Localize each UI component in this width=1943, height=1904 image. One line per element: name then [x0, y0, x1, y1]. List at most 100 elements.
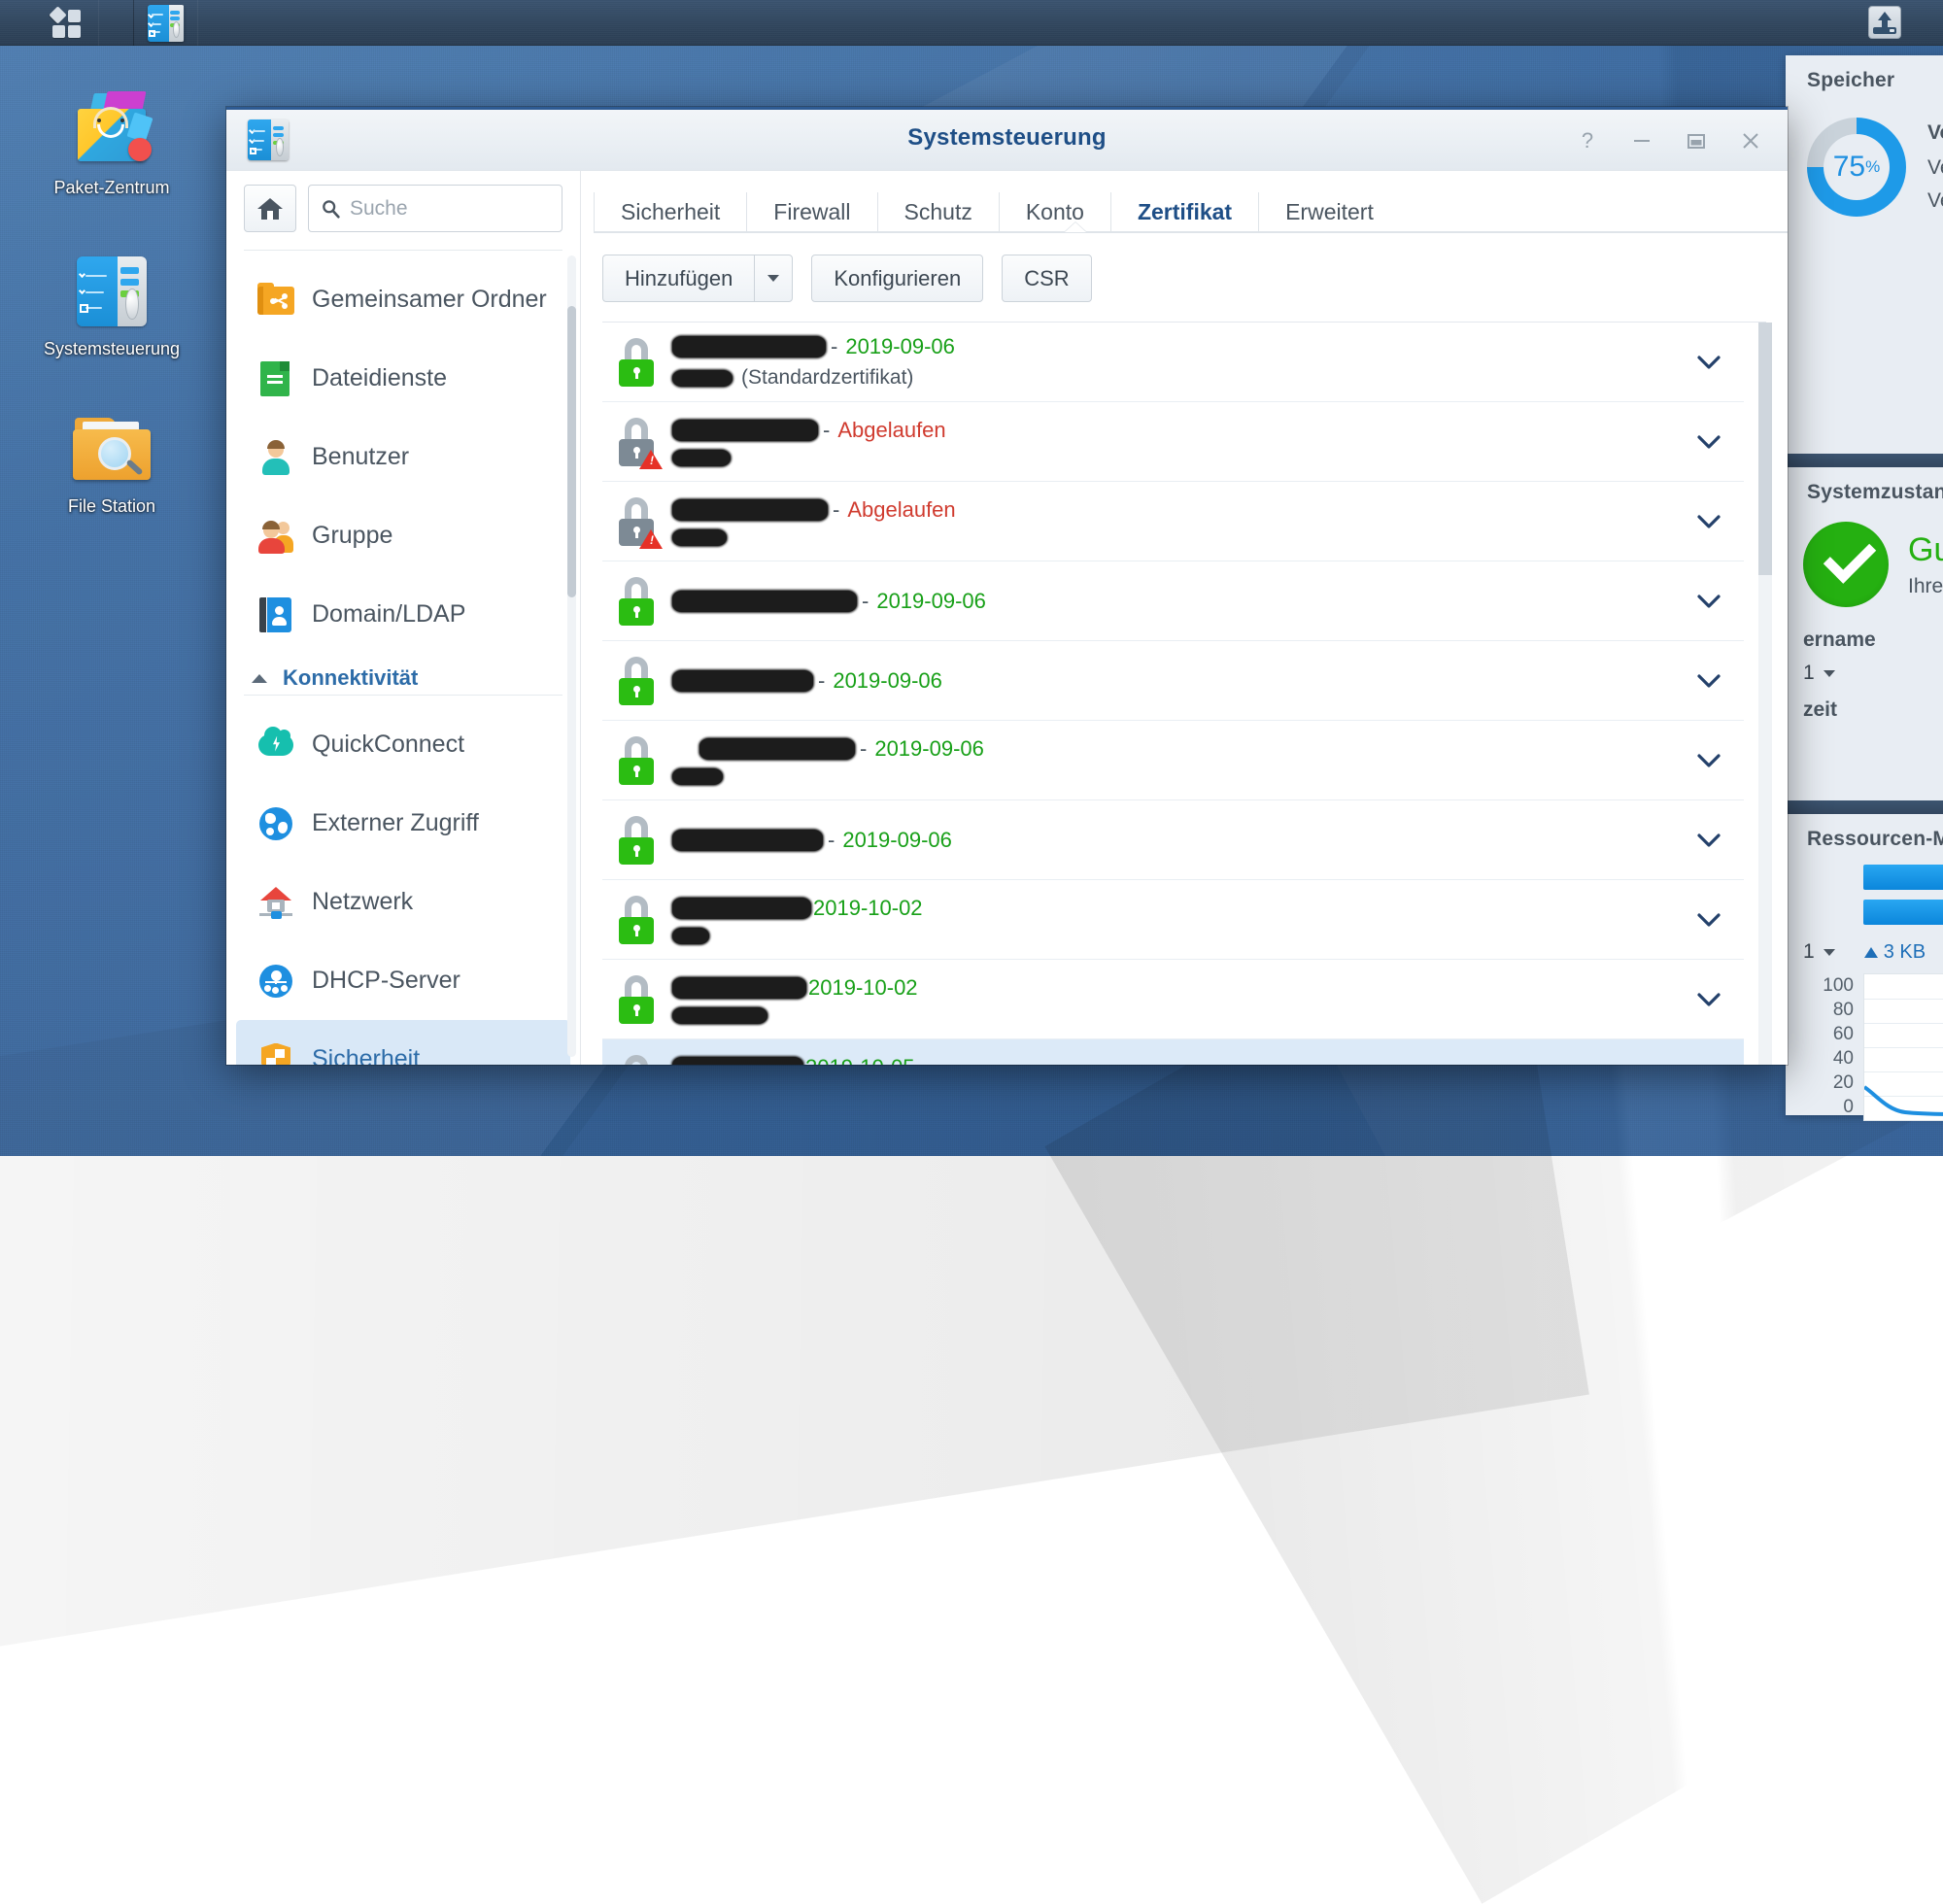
resource-count-select[interactable]: 1	[1803, 940, 1835, 964]
widget-resource-monitor[interactable]: Ressourcen-M 1 3 KB 100 80 60 40 20 0	[1786, 814, 1943, 1115]
tab-firewall[interactable]: Firewall	[747, 192, 877, 231]
expand-row-button[interactable]	[1691, 355, 1726, 370]
sidebar-item-dateidienste[interactable]: Dateidienste	[236, 339, 570, 418]
chevron-down-icon	[1824, 949, 1835, 956]
certificate-info: 2019-10-05	[672, 1055, 1691, 1066]
separator: -	[860, 736, 867, 762]
taskbar-spacer	[198, 0, 1826, 45]
redacted-certificate-name	[672, 670, 813, 692]
tab-zertifikat[interactable]: Zertifikat	[1111, 192, 1259, 231]
svg-text:?: ?	[1582, 128, 1593, 153]
expand-row-button[interactable]	[1691, 594, 1726, 609]
desktop-icon-file-station[interactable]: File Station	[39, 408, 185, 517]
home-button[interactable]	[244, 185, 296, 232]
maximize-button[interactable]	[1673, 121, 1720, 160]
lock-icon	[616, 338, 657, 387]
sidebar-item-quickconnect[interactable]: QuickConnect	[236, 705, 570, 784]
chevron-down-icon	[1696, 594, 1721, 609]
sidebar-item-benutzer[interactable]: Benutzer	[236, 418, 570, 496]
search-box[interactable]	[308, 185, 562, 232]
health-count-value: 1	[1803, 662, 1815, 685]
sidebar-item-gemeinsamer-ordner[interactable]: Gemeinsamer Ordner	[236, 260, 570, 339]
table-row[interactable]: ! - Abgelaufen	[602, 402, 1744, 482]
sidebar-item-dhcp-server[interactable]: DHCP-Server	[236, 941, 570, 1020]
configure-button[interactable]: Konfigurieren	[811, 255, 983, 302]
sidebar-item-label: Benutzer	[312, 443, 409, 471]
sidebar-scroll-area: Gemeinsamer Ordner Dateidienste Benutzer	[226, 248, 580, 1065]
sidebar-item-sicherheit[interactable]: Sicherheit	[236, 1020, 570, 1065]
taskbar-item-systemsteuerung[interactable]	[133, 0, 198, 46]
window-titlebar[interactable]: Systemsteuerung ?	[226, 107, 1788, 171]
certificate-expiry: 2019-09-06	[845, 334, 955, 359]
add-button[interactable]: Hinzufügen	[602, 255, 754, 302]
arrow-up-icon	[1864, 947, 1878, 958]
add-menu-button[interactable]	[754, 255, 793, 302]
widget-health-title: Systemzustan	[1786, 467, 1943, 504]
certificate-name-line: - 2019-09-06	[672, 736, 1691, 762]
certificate-info: - Abgelaufen	[672, 497, 1691, 546]
table-row[interactable]: - 2019-09-06	[602, 561, 1744, 641]
sidebar-item-domain-ldap[interactable]: Domain/LDAP	[236, 575, 570, 654]
table-row[interactable]: - 2019-09-06	[602, 721, 1744, 800]
sidebar-group-konnektivitaet[interactable]: Konnektivität	[226, 654, 580, 695]
expand-row-button[interactable]	[1691, 673, 1726, 689]
table-row[interactable]: - 2019-09-06	[602, 641, 1744, 721]
add-split-button[interactable]: Hinzufügen	[602, 255, 793, 302]
tab-sicherheit[interactable]: Sicherheit	[594, 192, 747, 231]
minimize-button[interactable]	[1619, 121, 1665, 160]
certificate-rows: - 2019-09-06 (Standardzertifikat)	[602, 323, 1744, 1065]
table-row[interactable]: - 2019-09-06	[602, 800, 1744, 880]
widget-storage[interactable]: Speicher 75% Volum Verwe Verfüg	[1786, 55, 1943, 459]
health-count-select[interactable]: 1	[1786, 652, 1943, 685]
table-row[interactable]: - 2019-09-06 (Standardzertifikat)	[602, 323, 1744, 402]
package-center-icon	[72, 93, 152, 167]
help-button[interactable]: ?	[1564, 121, 1611, 160]
certificate-subtitle-line	[672, 529, 1691, 546]
redacted-subject	[672, 928, 709, 944]
tab-konto[interactable]: Konto	[1000, 192, 1111, 231]
csr-button[interactable]: CSR	[1002, 255, 1091, 302]
separator: -	[862, 589, 869, 614]
expand-row-button[interactable]	[1691, 833, 1726, 848]
content-pane: Sicherheit Firewall Schutz Konto Zertifi…	[581, 171, 1788, 1065]
redacted-certificate-name	[672, 420, 818, 441]
table-row[interactable]: ! - Abgelaufen	[602, 482, 1744, 561]
expand-row-button[interactable]	[1691, 912, 1726, 928]
sidebar-item-externer-zugriff[interactable]: Externer Zugriff	[236, 784, 570, 863]
expand-row-button[interactable]	[1691, 992, 1726, 1007]
taskbar-eject-button[interactable]	[1826, 0, 1943, 45]
widget-header-bar	[1786, 454, 1943, 467]
caret-down-icon	[767, 275, 779, 282]
table-row[interactable]: 2019-10-05	[602, 1039, 1744, 1065]
tab-bar: Sicherheit Firewall Schutz Konto Zertifi…	[581, 171, 1788, 231]
chevron-down-icon	[1696, 753, 1721, 768]
table-row[interactable]: 2019-10-02	[602, 880, 1744, 960]
sidebar-item-gruppe[interactable]: Gruppe	[236, 496, 570, 575]
certificate-info: - 2019-09-06	[672, 736, 1691, 785]
desktop-icon-art	[39, 408, 185, 490]
sidebar-item-label: Gemeinsamer Ordner	[312, 286, 547, 314]
widget-system-health[interactable]: Systemzustan Gut Ihre D ername 1 zeit	[1786, 467, 1943, 807]
taskbar	[0, 0, 1943, 46]
certificate-info: 2019-10-02	[672, 975, 1691, 1024]
list-scrollbar-thumb[interactable]	[1758, 323, 1772, 575]
expand-row-button[interactable]	[1691, 434, 1726, 450]
sidebar-scrollbar-thumb[interactable]	[567, 306, 576, 597]
main-menu-button[interactable]	[34, 0, 99, 46]
expand-row-button[interactable]	[1691, 514, 1726, 529]
redacted-subject	[672, 450, 731, 466]
sidebar-item-netzwerk[interactable]: Netzwerk	[236, 863, 570, 941]
tab-erweitert[interactable]: Erweitert	[1259, 192, 1400, 231]
desktop-icon-paket-zentrum[interactable]: Paket-Zentrum	[39, 89, 185, 198]
table-row[interactable]: 2019-10-02	[602, 960, 1744, 1039]
lock-icon	[616, 657, 657, 705]
expand-row-button[interactable]	[1691, 753, 1726, 768]
control-panel-window[interactable]: Systemsteuerung ?	[226, 107, 1788, 1065]
separator: -	[833, 497, 839, 523]
tab-schutz[interactable]: Schutz	[878, 192, 1000, 231]
search-input[interactable]	[350, 197, 550, 221]
certificate-list: - 2019-09-06 (Standardzertifikat)	[581, 323, 1788, 1065]
separator: -	[828, 828, 835, 853]
close-button[interactable]	[1727, 121, 1774, 160]
desktop-icon-systemsteuerung[interactable]: Systemsteuerung	[39, 251, 185, 359]
